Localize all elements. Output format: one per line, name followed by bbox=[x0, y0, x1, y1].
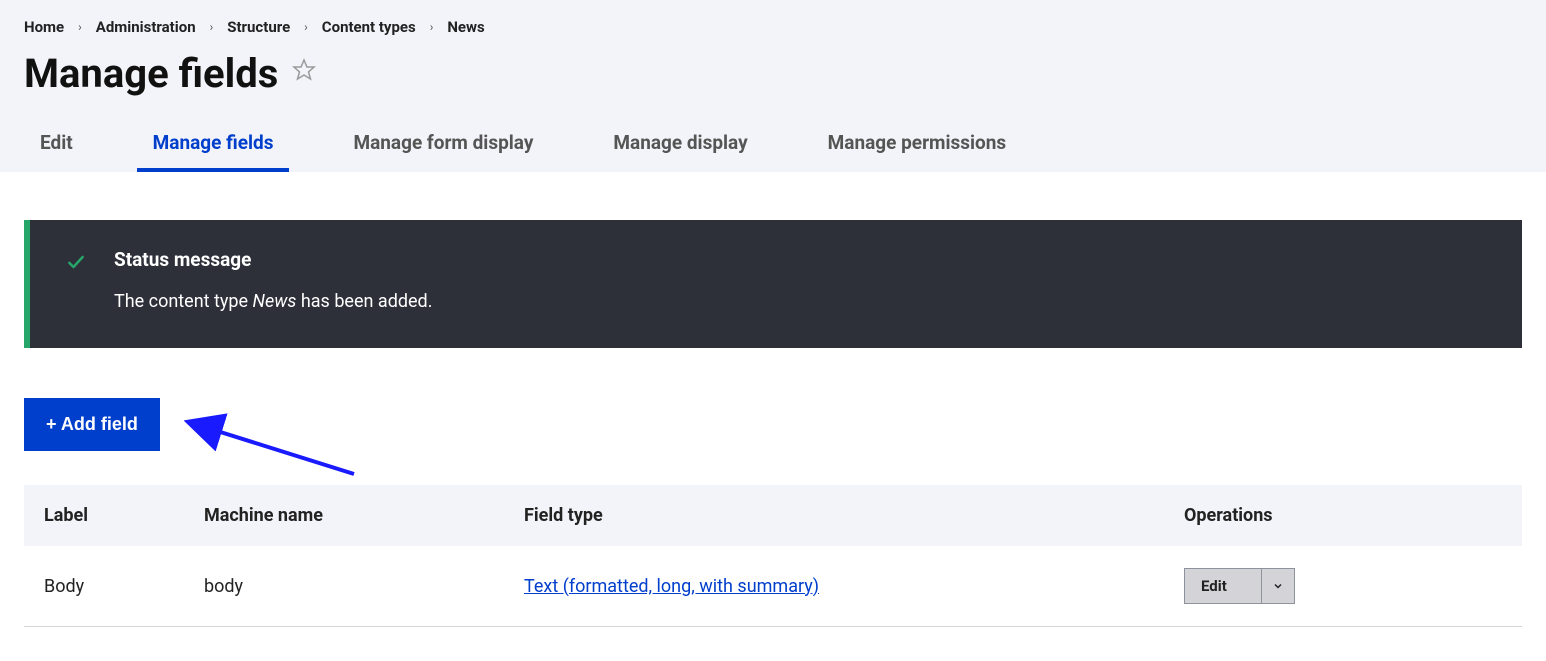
operations-toggle[interactable] bbox=[1262, 569, 1294, 603]
col-label: Label bbox=[24, 485, 184, 546]
cell-field-type: Text (formatted, long, with summary) bbox=[504, 546, 1164, 627]
breadcrumb-item[interactable]: Content types bbox=[322, 18, 416, 36]
check-icon bbox=[66, 252, 86, 276]
tab-manage-display[interactable]: Manage display bbox=[597, 121, 763, 172]
breadcrumb-item[interactable]: News bbox=[447, 18, 484, 36]
tab-manage-fields[interactable]: Manage fields bbox=[137, 121, 290, 172]
chevron-right-icon: › bbox=[78, 20, 82, 34]
annotation-arrow-icon bbox=[184, 404, 374, 484]
breadcrumb-item[interactable]: Administration bbox=[96, 18, 196, 36]
cell-label: Body bbox=[24, 546, 184, 627]
cell-machine-name: body bbox=[184, 546, 504, 627]
col-field-type: Field type bbox=[504, 485, 1164, 546]
star-outline-icon[interactable] bbox=[292, 58, 316, 89]
table-row: Body body Text (formatted, long, with su… bbox=[24, 546, 1522, 627]
fields-table: Label Machine name Field type Operations… bbox=[24, 485, 1522, 627]
tabs: Edit Manage fields Manage form display M… bbox=[0, 121, 1546, 172]
breadcrumb-item[interactable]: Home bbox=[24, 18, 64, 36]
breadcrumb-item[interactable]: Structure bbox=[227, 18, 290, 36]
breadcrumb: Home › Administration › Structure › Cont… bbox=[0, 18, 1546, 36]
tab-manage-form-display[interactable]: Manage form display bbox=[337, 121, 549, 172]
chevron-down-icon bbox=[1272, 580, 1284, 592]
add-field-button[interactable]: + Add field bbox=[24, 398, 160, 451]
status-message: Status message The content type News has… bbox=[24, 220, 1522, 348]
chevron-right-icon: › bbox=[430, 20, 434, 34]
cell-operations: Edit bbox=[1164, 546, 1522, 627]
table-header-row: Label Machine name Field type Operations bbox=[24, 485, 1522, 546]
field-type-link[interactable]: Text (formatted, long, with summary) bbox=[524, 576, 819, 597]
status-heading: Status message bbox=[114, 248, 432, 271]
operations-dropbutton: Edit bbox=[1184, 568, 1295, 604]
edit-button[interactable]: Edit bbox=[1185, 569, 1262, 603]
col-machine-name: Machine name bbox=[184, 485, 504, 546]
status-text: The content type News has been added. bbox=[114, 291, 432, 312]
tab-edit[interactable]: Edit bbox=[24, 121, 89, 172]
page-title: Manage fields bbox=[24, 50, 278, 97]
chevron-right-icon: › bbox=[210, 20, 214, 34]
tab-manage-permissions[interactable]: Manage permissions bbox=[812, 121, 1023, 172]
col-operations: Operations bbox=[1164, 485, 1522, 546]
chevron-right-icon: › bbox=[304, 20, 308, 34]
